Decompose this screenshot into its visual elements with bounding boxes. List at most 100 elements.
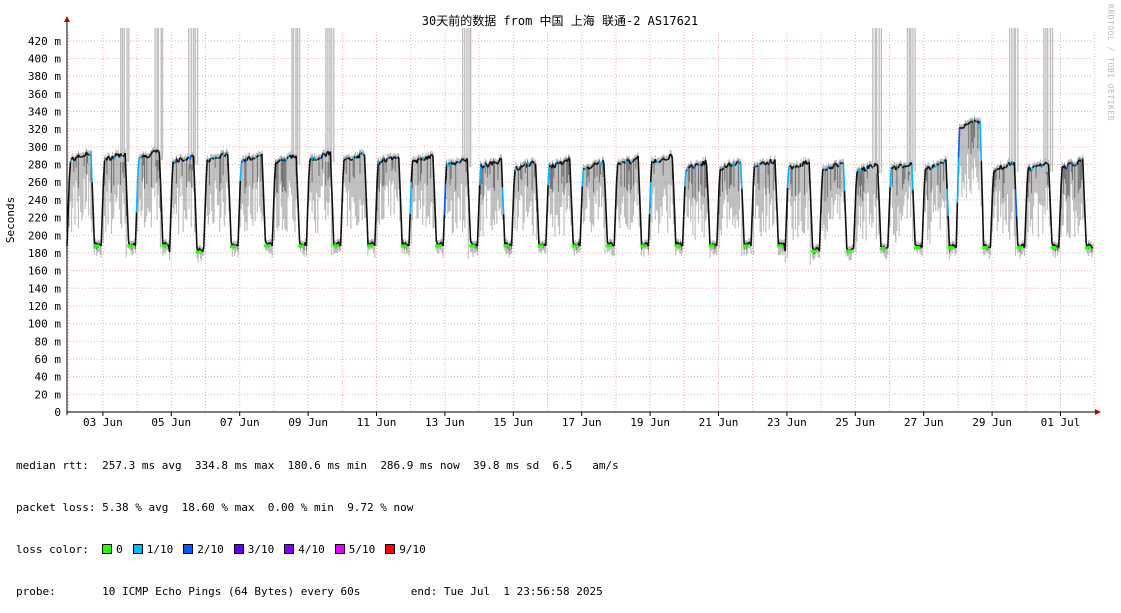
median-segment (995, 170, 996, 172)
median-segment (1079, 160, 1080, 161)
probe-row: probe: 10 ICMP Echo Pings (64 Bytes) eve… (16, 585, 619, 599)
median-segment (341, 213, 342, 246)
median-segment (122, 156, 123, 157)
y-tick-label: 220 m (28, 212, 61, 225)
median-segment (277, 162, 278, 163)
median-segment (686, 170, 687, 171)
loss-swatch-5 (335, 544, 345, 554)
low-loss-marker (367, 244, 373, 247)
median-segment (1027, 169, 1028, 187)
median-segment (174, 163, 175, 164)
median-segment (326, 153, 327, 157)
median-segment (963, 128, 964, 129)
y-tick-label: 300 m (28, 141, 61, 154)
median-segment (948, 216, 949, 247)
x-tick-label: 09 Jun (288, 416, 328, 429)
median-segment (204, 214, 205, 247)
median-segment (729, 163, 730, 166)
median-segment (605, 188, 606, 215)
median-segment (281, 159, 282, 160)
loss-label: packet loss: (16, 501, 95, 514)
median-segment (195, 186, 196, 217)
median-segment (810, 190, 811, 218)
y-tick-label: 320 m (28, 123, 61, 136)
median-segment (227, 153, 228, 154)
low-loss-marker (298, 244, 304, 247)
y-tick-label: 180 m (28, 247, 61, 260)
rtt-sd: 39.8 ms sd (473, 459, 539, 472)
median-segment (670, 154, 671, 155)
y-tick-label: 280 m (28, 159, 61, 172)
median-segment (203, 247, 204, 252)
median-segment (251, 160, 252, 161)
median-segment (865, 170, 866, 171)
median-segment (467, 158, 468, 186)
packet-loss-row: packet loss: 5.38 % avg 18.60 % max 0.00… (16, 501, 619, 515)
median-segment (1014, 162, 1015, 189)
median-segment (816, 248, 817, 249)
low-loss-marker (640, 244, 646, 247)
median-segment (162, 211, 163, 244)
median-segment (198, 249, 199, 251)
y-tick-label: 40 m (35, 371, 62, 384)
median-segment (776, 187, 777, 214)
median-segment (900, 164, 901, 165)
median-segment (936, 165, 937, 167)
median-segment (522, 166, 523, 167)
median-segment (631, 162, 632, 163)
median-segment (589, 168, 590, 169)
median-segment (603, 160, 604, 164)
median-segment (958, 127, 959, 157)
median-segment (956, 203, 957, 248)
median-segment (273, 182, 274, 214)
median-segment (504, 214, 505, 244)
median-segment (170, 218, 171, 252)
median-segment (445, 163, 446, 183)
median-segment (939, 163, 940, 165)
rtt-label: median rtt: (16, 459, 89, 472)
y-tick-label: 100 m (28, 318, 61, 331)
median-segment (92, 182, 93, 211)
low-loss-marker (1085, 246, 1091, 249)
median-segment (787, 169, 788, 188)
median-segment (228, 154, 229, 183)
median-segment (851, 248, 852, 249)
low-loss-marker (743, 244, 749, 247)
low-loss-marker (674, 244, 680, 247)
median-segment (436, 241, 437, 244)
median-segment (480, 165, 481, 186)
median-segment (546, 216, 547, 246)
median-segment (741, 163, 742, 188)
median-segment (457, 162, 458, 163)
x-tick-label: 15 Jun (493, 416, 533, 429)
low-loss-marker (914, 246, 920, 249)
median-segment (580, 216, 581, 246)
median-segment (108, 156, 109, 157)
loss-swatch-2 (183, 544, 193, 554)
median-segment (265, 241, 266, 243)
median-segment (621, 162, 622, 163)
loss-swatch-label: 0 (116, 543, 123, 556)
low-loss-marker (811, 250, 817, 253)
median-segment (433, 156, 434, 185)
median-segment (723, 168, 724, 170)
x-tick-label: 29 Jun (972, 416, 1012, 429)
median-segment (1017, 217, 1018, 245)
median-segment (513, 186, 514, 216)
median-segment (606, 215, 607, 242)
median-segment (69, 162, 70, 180)
median-segment (911, 162, 912, 164)
low-loss-marker (401, 244, 407, 247)
median-segment (365, 156, 366, 183)
median-segment (498, 161, 499, 164)
median-segment (707, 165, 708, 189)
x-tick-label: 25 Jun (835, 416, 875, 429)
median-segment (146, 155, 147, 158)
median-segment (207, 160, 208, 162)
median-segment (725, 166, 726, 168)
median-segment (199, 249, 200, 250)
median-segment (767, 162, 768, 164)
median-segment (409, 214, 410, 246)
median-segment (530, 162, 531, 165)
median-segment (471, 241, 472, 242)
